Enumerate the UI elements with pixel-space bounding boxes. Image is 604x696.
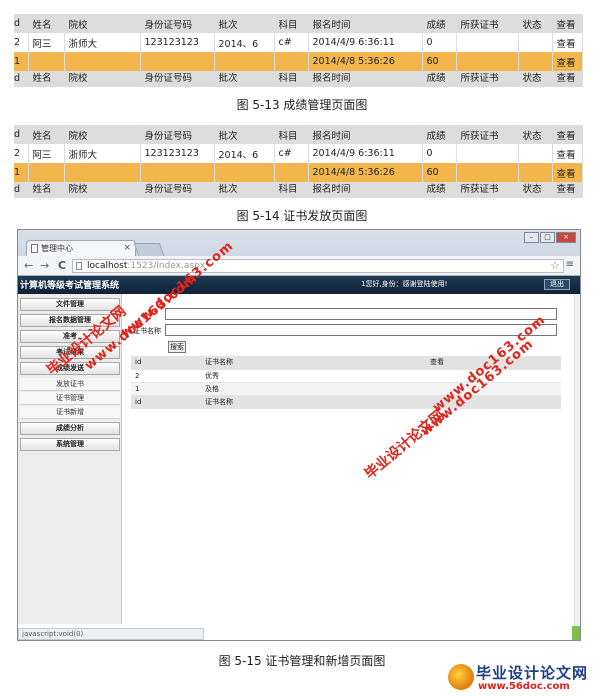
- table-header-row: d 姓名 院校 身份证号码 批次 科目 报名时间 成绩 所获证书 状态 查看: [14, 125, 583, 144]
- table-row: 2 阿三 浙师大 123123123 2014、6 c# 2014/4/9 6:…: [14, 33, 583, 52]
- grid-footer-row: id 证书名称: [131, 395, 561, 409]
- col-score: 成绩: [422, 14, 457, 33]
- col-id: d: [14, 14, 29, 33]
- col-batch: 批次: [214, 14, 275, 33]
- col-school: 院校: [64, 14, 141, 33]
- scrollbar[interactable]: [574, 294, 580, 628]
- col-status: 状态: [518, 14, 553, 33]
- col-name: 姓名: [28, 14, 65, 33]
- sidebar-item-file-management[interactable]: 文件管理: [20, 298, 120, 311]
- welcome-text: 1您好,身份：感谢登陆使用!: [361, 280, 448, 288]
- sidebar-subitem-cert-management[interactable]: 证书管理: [20, 392, 120, 405]
- sidebar-subitem-issue-cert[interactable]: 发放证书: [20, 378, 120, 391]
- sidebar-item-system-management[interactable]: 系统管理: [20, 438, 120, 451]
- site-footer-logo: 毕业设计论文网 www.56doc.com: [448, 660, 598, 694]
- site-url: www.56doc.com: [478, 681, 570, 692]
- search-button[interactable]: 搜索: [168, 341, 186, 353]
- cert-name-search-input[interactable]: [165, 324, 557, 336]
- star-icon[interactable]: ☆: [550, 259, 560, 272]
- address-bar[interactable]: localhost:1523/index.aspx: [72, 259, 564, 273]
- col-subject: 科目: [274, 14, 309, 33]
- col-view: 查看: [552, 14, 583, 33]
- table-header-row: d 姓名 院校 身份证号码 批次 科目 报名时间 成绩 所获证书 状态 查看: [14, 14, 583, 33]
- forward-arrow-icon[interactable]: →: [40, 259, 49, 272]
- minimize-button[interactable]: –: [524, 232, 539, 243]
- page-icon: [31, 244, 38, 253]
- add-cert-input[interactable]: [165, 308, 557, 320]
- table-footer-row: d 姓名 院校 身份证号码 批次 科目 报名时间 成绩 所获证书 状态 查看: [14, 71, 583, 87]
- close-icon[interactable]: ×: [123, 241, 131, 256]
- view-link[interactable]: 查看: [552, 33, 583, 52]
- figure-caption: 图 5-14 证书发放页面图: [236, 209, 368, 223]
- browser-tab[interactable]: 管理中心 ×: [26, 240, 136, 256]
- table-row: 2 阿三 浙师大 123123123 2014、6 c# 2014/4/9 6:…: [14, 144, 583, 163]
- new-tab-button[interactable]: [133, 243, 165, 256]
- status-bar: javascript:void(0): [18, 628, 204, 640]
- col-regtime: 报名时间: [308, 14, 423, 33]
- reload-icon[interactable]: C: [58, 259, 66, 272]
- site-name: 毕业设计论文网: [476, 664, 589, 682]
- window-controls: – □ ×: [524, 232, 576, 244]
- app-header: 计算机等级考试管理系统 1您好,身份：感谢登陆使用! 退出: [18, 276, 580, 294]
- tab-title: 管理中心: [41, 244, 73, 253]
- menu-icon[interactable]: ≡: [566, 259, 574, 270]
- view-link[interactable]: 查看: [552, 163, 583, 182]
- browser-toolbar: ← → C localhost:1523/index.aspx ☆ ≡: [18, 256, 580, 276]
- back-arrow-icon[interactable]: ←: [24, 259, 33, 272]
- app-title: 计算机等级考试管理系统: [20, 281, 120, 291]
- sidebar-item-score-analysis[interactable]: 成绩分析: [20, 422, 120, 435]
- col-idcard: 身份证号码: [140, 14, 215, 33]
- table-row: 1 2014/4/8 5:36:26 60 查看: [14, 52, 583, 71]
- page-icon: [76, 262, 82, 270]
- view-link[interactable]: 查看: [552, 52, 583, 71]
- browser-screenshot: 管理中心 × – □ × ← → C localhost:1523/index.…: [17, 229, 581, 641]
- site-logo-icon: [448, 664, 474, 690]
- logout-button[interactable]: 退出: [544, 279, 570, 290]
- grid-row: 1 及格: [131, 382, 561, 396]
- col-cert: 所获证书: [456, 14, 519, 33]
- view-link[interactable]: 查看: [552, 144, 583, 163]
- resize-corner: [572, 626, 580, 640]
- sidebar-subitem-cert-new[interactable]: 证书新增: [20, 406, 120, 419]
- maximize-button[interactable]: □: [540, 232, 555, 243]
- table-row: 1 2014/4/8 5:36:26 60 查看: [14, 163, 583, 182]
- figure-caption: 图 5-13 成绩管理页面图: [236, 98, 368, 112]
- browser-chrome: 管理中心 × – □ × ← → C localhost:1523/index.…: [18, 230, 580, 276]
- cert-issue-table: d 姓名 院校 身份证号码 批次 科目 报名时间 成绩 所获证书 状态 查看 2…: [14, 125, 583, 198]
- url-host: localhost: [87, 261, 128, 271]
- score-table: d 姓名 院校 身份证号码 批次 科目 报名时间 成绩 所获证书 状态 查看 2…: [14, 14, 583, 87]
- window-close-button[interactable]: ×: [556, 232, 576, 243]
- table-footer-row: d 姓名 院校 身份证号码 批次 科目 报名时间 成绩 所获证书 状态 查看: [14, 182, 583, 198]
